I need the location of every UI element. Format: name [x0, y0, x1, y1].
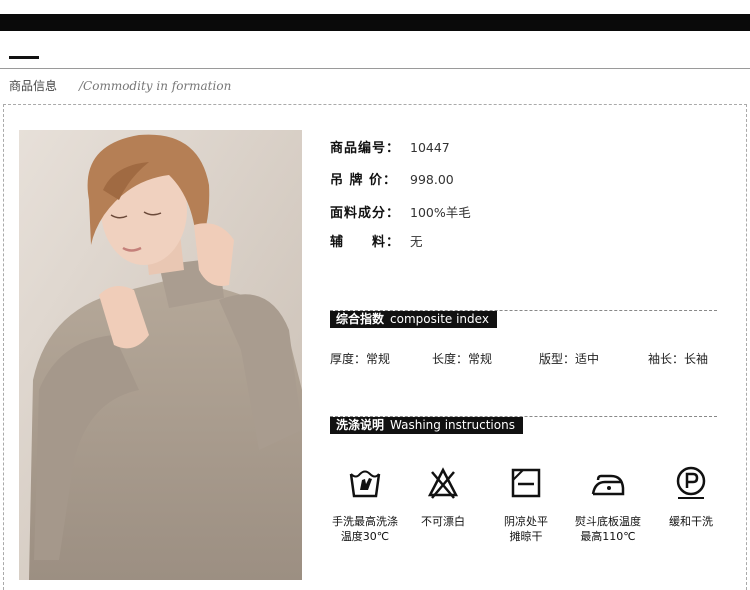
- tag-price-value: 998.00: [410, 172, 454, 187]
- spec-value: 长袖: [684, 352, 709, 366]
- washing-title-en: Washing instructions: [390, 418, 515, 432]
- spec-length: 长度：常规: [432, 350, 492, 367]
- accessories-value: 无: [410, 234, 423, 249]
- info-row-tag-price: 吊 牌 价： 998.00: [330, 169, 454, 188]
- section-title: 商品信息: [9, 79, 58, 93]
- shade-dry-flat-icon: [511, 468, 541, 498]
- gentle-dry-clean-label: 缓和干洗: [669, 515, 713, 528]
- product-photo: [19, 130, 302, 580]
- info-row-fabric: 面料成分： 100%羊毛: [330, 202, 471, 221]
- spec-label: 厚度：: [330, 352, 367, 366]
- info-row-item-number: 商品编号： 10447: [330, 137, 450, 156]
- accessories-label: 辅 料：: [330, 235, 401, 250]
- spec-label: 袖长：: [648, 352, 685, 366]
- spec-value: 常规: [468, 352, 493, 366]
- top-black-bar: [0, 14, 750, 31]
- fabric-label: 面料成分：: [330, 206, 401, 221]
- spec-label: 版型：: [539, 352, 576, 366]
- info-row-accessories: 辅 料： 无: [330, 231, 423, 250]
- hand-wash-icon: [349, 470, 381, 498]
- composite-title-cn: 综合指数: [336, 312, 385, 326]
- fabric-value: 100%羊毛: [410, 205, 471, 220]
- composite-index-tag: 综合指数 composite index: [330, 311, 497, 328]
- spec-value: 常规: [366, 352, 391, 366]
- shade-dry-flat-label: 阴凉处平 摊晾干: [504, 515, 548, 543]
- no-bleach-icon: [427, 467, 459, 499]
- spec-label: 长度：: [432, 352, 469, 366]
- header-divider: [0, 68, 750, 69]
- item-number-value: 10447: [410, 140, 450, 155]
- spec-sleeve: 袖长：长袖: [648, 350, 708, 367]
- spec-value: 适中: [575, 352, 600, 366]
- spec-thickness: 厚度：常规: [330, 350, 390, 367]
- section-subtitle: /Commodity in formation: [79, 79, 232, 93]
- no-bleach-label: 不可漂白: [421, 515, 465, 528]
- gentle-dry-clean-icon: [676, 466, 706, 499]
- header-accent-rule: [9, 56, 39, 59]
- washing-title-cn: 洗涤说明: [336, 418, 385, 432]
- hand-wash-label: 手洗最高洗涤 温度30℃: [332, 515, 398, 543]
- iron-110-icon: [591, 474, 625, 496]
- tag-price-label: 吊 牌 价：: [330, 173, 398, 188]
- composite-title-en: composite index: [390, 312, 489, 326]
- washing-instructions-tag: 洗涤说明 Washing instructions: [330, 417, 523, 434]
- item-number-label: 商品编号：: [330, 141, 401, 156]
- iron-110-label: 熨斗底板温度 最高110℃: [575, 515, 641, 543]
- spec-fit: 版型：适中: [539, 350, 599, 367]
